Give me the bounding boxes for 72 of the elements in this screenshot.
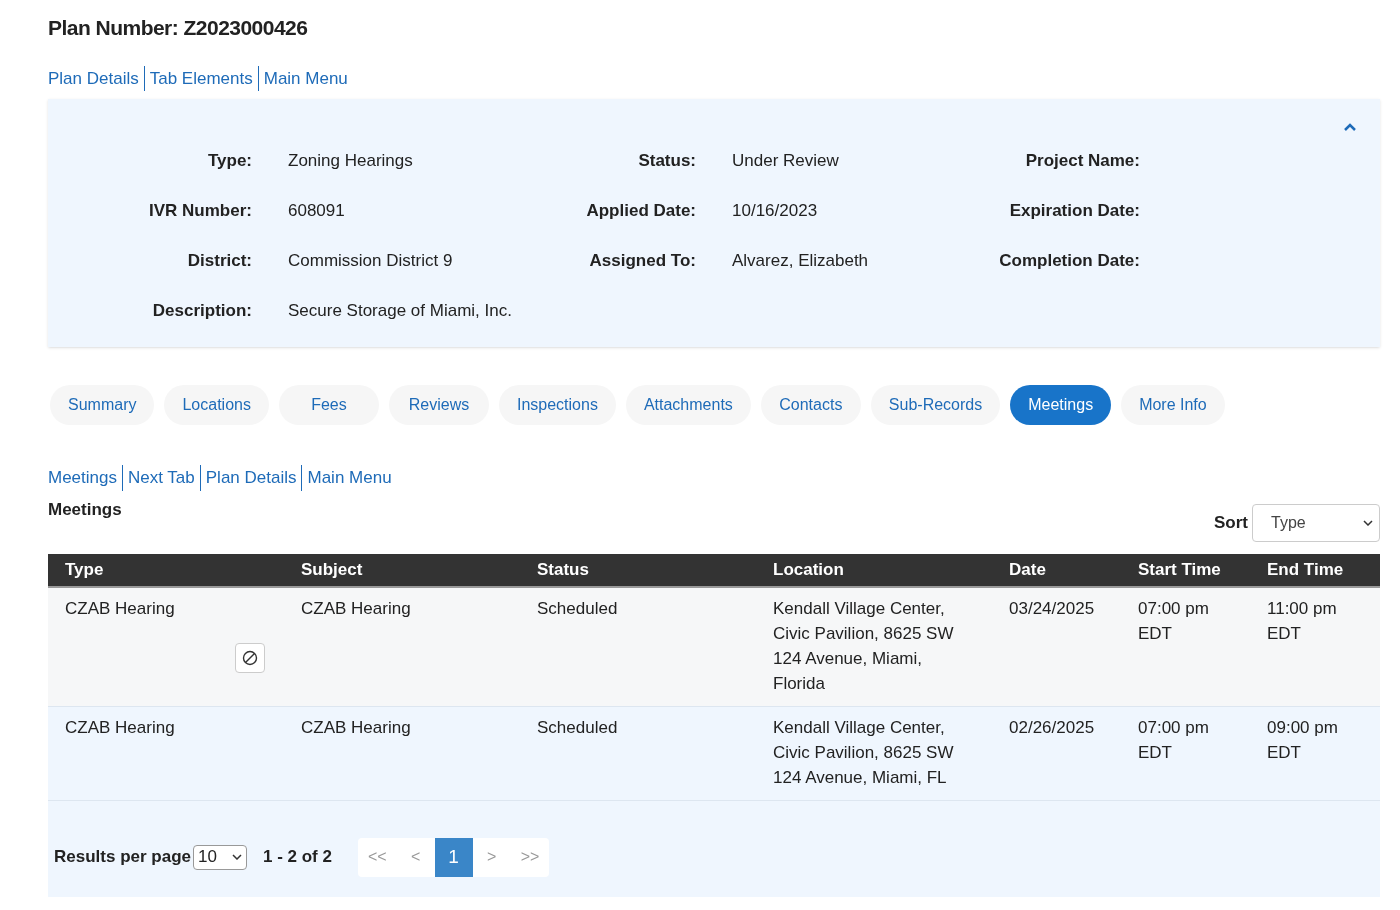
table-cell: 07:00 pm EDT (1138, 599, 1209, 643)
column-header[interactable]: Type (65, 557, 301, 583)
table-cell: 09:00 pm EDT (1267, 718, 1338, 762)
nav-link[interactable]: Meetings (48, 465, 122, 491)
field-value: 608091 (288, 200, 346, 223)
chevron-down-icon (232, 854, 242, 860)
results-per-page-label: Results per page (54, 846, 191, 869)
sort-label: Sort (1214, 512, 1248, 535)
prohibited-icon (242, 650, 258, 666)
nav-link[interactable]: Main Menu (301, 465, 397, 491)
field-label: Applied Date: (585, 200, 696, 223)
cancel-button[interactable] (235, 643, 265, 673)
nav-link[interactable]: Main Menu (257, 65, 353, 91)
column-header[interactable]: Start Time (1138, 557, 1267, 583)
field-label: Project Name: (1024, 150, 1140, 173)
tab[interactable]: More Info (1121, 385, 1225, 425)
field-label: Type: (206, 150, 252, 173)
table-cell: CZAB Hearing (301, 599, 411, 618)
nav-link[interactable]: Plan Details (48, 65, 144, 91)
nav-link[interactable]: Plan Details (199, 465, 302, 491)
column-header[interactable]: Status (537, 557, 773, 583)
tab[interactable]: Summary (50, 385, 155, 425)
table-cell: Scheduled (537, 718, 618, 737)
field-label: Assigned To: (588, 250, 696, 273)
table-cell: 11:00 pm EDT (1267, 599, 1337, 643)
table-cell-text: CZAB Hearing (65, 598, 175, 620)
tab[interactable]: Locations (164, 385, 269, 425)
field-value: Alvarez, Elizabeth (732, 250, 870, 273)
field-value: 10/16/2023 (732, 200, 819, 223)
field-label: Completion Date: (998, 250, 1140, 273)
per-page-dropdown[interactable]: 10 (193, 844, 247, 870)
tab[interactable]: Inspections (498, 385, 616, 425)
field-label: Description: (151, 300, 252, 323)
chevron-up-icon[interactable] (1344, 123, 1356, 131)
tab[interactable]: Fees (278, 385, 379, 425)
column-header[interactable]: End Time (1267, 557, 1397, 583)
sort-dropdown[interactable]: Type (1252, 504, 1380, 542)
field-label: Expiration Date: (1008, 200, 1140, 223)
field-value: Zoning Hearings (288, 150, 414, 173)
table-cell: Kendall Village Center, Civic Pavilion, 8625 SW 124 Avenue, Miami, Florida (773, 599, 954, 693)
tab[interactable]: Attachments (625, 385, 751, 425)
column-header[interactable]: Location (773, 557, 1009, 583)
column-header[interactable]: Subject (301, 557, 537, 583)
chevron-down-icon (1363, 520, 1373, 526)
nav-link[interactable]: Tab Elements (143, 65, 258, 91)
page-button[interactable]: << (357, 837, 397, 877)
table-cell: 07:00 pm EDT (1138, 718, 1209, 762)
tab[interactable]: Reviews (388, 385, 489, 425)
table-cell: CZAB Hearing (301, 718, 411, 737)
table-cell-text: CZAB Hearing (65, 717, 175, 739)
table-cell: Kendall Village Center, Civic Pavilion, 8625 SW 124 Avenue, Miami, FL (773, 718, 954, 787)
field-value: Under Review (732, 150, 840, 173)
results-range: 1 - 2 of 2 (263, 846, 332, 869)
nav-link[interactable]: Next Tab (122, 465, 200, 491)
field-value: Secure Storage of Miami, Inc. (288, 300, 512, 323)
tab[interactable]: Contacts (760, 385, 861, 425)
column-header[interactable]: Date (1009, 557, 1138, 583)
page-button[interactable]: >> (510, 837, 550, 877)
section-title: Meetings (48, 498, 122, 521)
table-cell: 03/24/2025 (1009, 599, 1095, 618)
field-label: IVR Number: (148, 200, 252, 223)
table-cell: 02/26/2025 (1009, 718, 1095, 737)
field-label: District: (186, 250, 252, 273)
field-label: Status: (637, 150, 696, 173)
tab[interactable]: Sub-Records (870, 385, 1001, 425)
page-button[interactable]: < (396, 837, 435, 877)
field-value: Commission District 9 (288, 250, 454, 273)
table-cell: Scheduled (537, 599, 618, 618)
tab[interactable]: Meetings (1010, 385, 1112, 425)
page-button[interactable]: > (472, 837, 511, 877)
page-button[interactable]: 1 (434, 837, 473, 877)
page-title: Plan Number: Z2023000426 (48, 15, 309, 41)
